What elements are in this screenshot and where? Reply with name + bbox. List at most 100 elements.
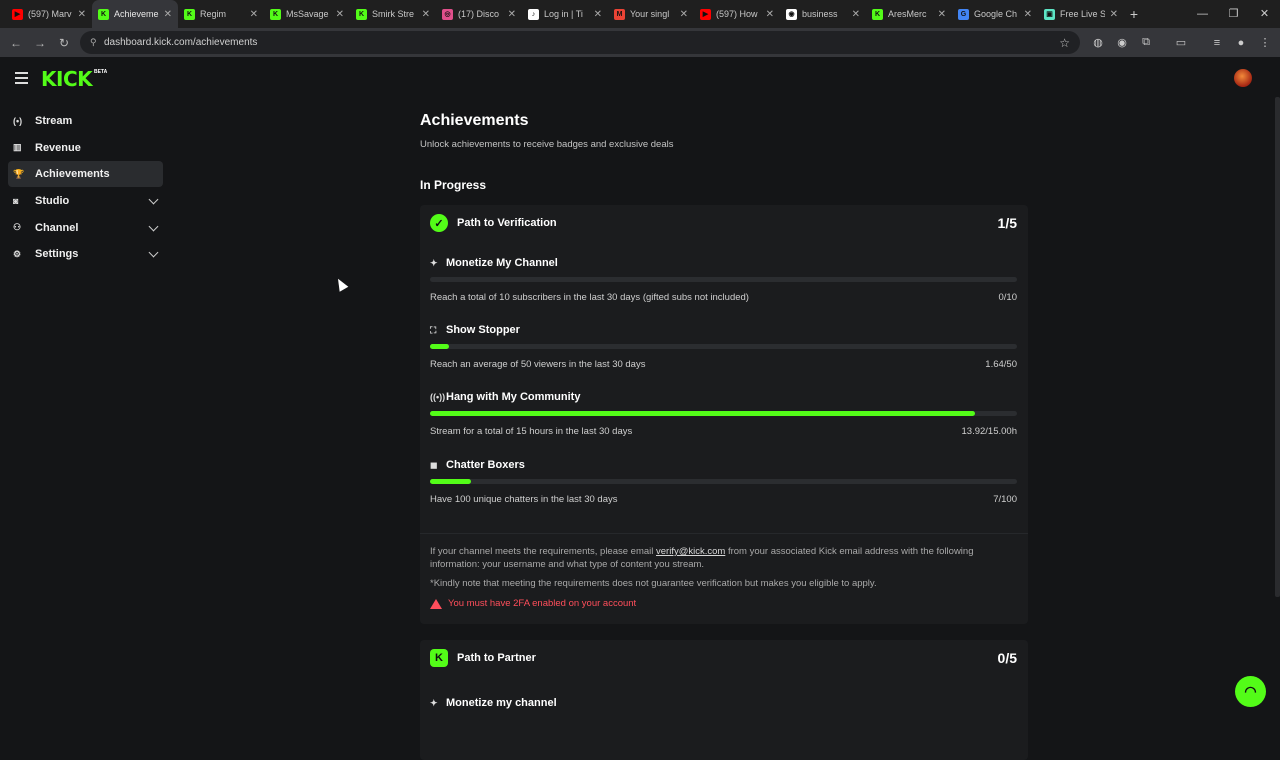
- browser-tab[interactable]: M Your singl ✕: [608, 0, 694, 28]
- achievement-title: Show Stopper: [446, 324, 520, 336]
- chevron-down-icon[interactable]: [148, 247, 159, 258]
- tab-title: MsSavage: [286, 9, 329, 19]
- media-control-icon[interactable]: ≡: [1206, 31, 1228, 54]
- bookmark-star-icon[interactable]: ☆: [1059, 36, 1070, 50]
- chevron-down-icon[interactable]: [148, 221, 159, 232]
- users-icon: ⚇: [13, 222, 22, 233]
- reload-icon[interactable]: ↻: [52, 36, 76, 50]
- close-tab-icon[interactable]: ✕: [336, 9, 344, 20]
- tab-favicon-icon: ▶: [700, 8, 711, 20]
- warning-text: You must have 2FA enabled on your accoun…: [448, 598, 637, 609]
- browser-tab[interactable]: K AresMerc ✕: [866, 0, 952, 28]
- achievement-title: Monetize My Channel: [446, 257, 558, 269]
- url-field[interactable]: ⚲ dashboard.kick.com/achievements ☆: [80, 31, 1080, 54]
- browser-tab[interactable]: ▶ (597) Marv ✕: [6, 0, 92, 28]
- card-count: 0/5: [997, 650, 1017, 666]
- browser-tabbar: ▶ (597) Marv ✕ K Achieveme ✕ K Regim ✕ K MsSavage ✕…: [0, 0, 1280, 28]
- achievement-description: Stream for a total of 15 hours in the la…: [430, 426, 633, 437]
- sidebar-item-achievements[interactable]: 🏆 Achievements: [8, 161, 163, 188]
- tab-title: (597) Marv: [28, 9, 72, 19]
- close-tab-icon[interactable]: ✕: [938, 9, 946, 20]
- mouse-cursor: [333, 276, 349, 292]
- close-window-button[interactable]: ✕: [1249, 0, 1280, 28]
- minimize-button[interactable]: —: [1187, 0, 1218, 28]
- extensions-puzzle-icon[interactable]: ⧉: [1135, 31, 1157, 54]
- tab-title: business: [802, 9, 838, 19]
- achievement-progress: 1.64/50: [985, 359, 1017, 370]
- sidebar-item-settings[interactable]: ⚙ Settings: [8, 241, 163, 267]
- sidebar-item-stream[interactable]: (•) Stream: [8, 108, 163, 134]
- close-tab-icon[interactable]: ✕: [250, 9, 258, 20]
- tab-favicon-icon: K: [184, 8, 195, 20]
- sidebar-item-studio[interactable]: ◙ Studio: [8, 188, 163, 214]
- progress-bar: [430, 344, 1017, 349]
- extension-icon[interactable]: ◍: [1087, 31, 1109, 54]
- maximize-button[interactable]: ❐: [1218, 0, 1249, 28]
- achievement-item: ((•)) Hang with My Community Stream for a …: [430, 391, 1017, 437]
- back-icon[interactable]: ←: [4, 36, 28, 50]
- browser-tab[interactable]: ◉ business ✕: [780, 0, 866, 28]
- progress-bar: [430, 277, 1017, 282]
- achievement-item: ◼ Chatter Boxers Have 100 unique chatters …: [430, 459, 1017, 505]
- tab-favicon-icon: ◉: [786, 8, 797, 20]
- sparkle-icon: ✦: [430, 257, 438, 268]
- sidebar-item-channel[interactable]: ⚇ Channel: [8, 215, 163, 241]
- browser-tab[interactable]: K Smirk Stre ✕: [350, 0, 436, 28]
- broadcast-icon: ((•)): [430, 392, 446, 402]
- close-tab-icon[interactable]: ✕: [852, 9, 860, 20]
- trophy-icon: 🏆: [13, 168, 25, 179]
- browser-tab[interactable]: K MsSavage ✕: [264, 0, 350, 28]
- new-tab-button[interactable]: +: [1124, 6, 1144, 22]
- browser-tab[interactable]: K Regim ✕: [178, 0, 264, 28]
- forward-icon[interactable]: →: [28, 36, 52, 50]
- progress-fill: [430, 479, 472, 484]
- progress-fill: [430, 411, 975, 416]
- card-title: Path to Partner: [457, 652, 536, 664]
- progress-bar: [430, 479, 1017, 484]
- sidebar-item-label: Achievements: [35, 168, 110, 181]
- help-chat-button[interactable]: ◠: [1235, 676, 1266, 707]
- close-tab-icon[interactable]: ✕: [164, 9, 172, 20]
- achievement-title: Monetize my channel: [446, 697, 557, 709]
- site-info-icon[interactable]: ⚲: [90, 37, 104, 48]
- achievement-title: Chatter Boxers: [446, 459, 525, 471]
- achievement-title: Hang with My Community: [446, 391, 581, 403]
- partner-card: K Path to Partner 0/5 ✦ Monetize my chann…: [420, 640, 1028, 760]
- card-title: Path to Verification: [457, 217, 557, 229]
- profile-icon[interactable]: ●: [1230, 31, 1252, 54]
- browser-tab[interactable]: ▶ (597) How ✕: [694, 0, 780, 28]
- chart-icon: ▥: [13, 142, 22, 153]
- kick-badge-icon: K: [430, 649, 448, 667]
- close-tab-icon[interactable]: ✕: [422, 9, 430, 20]
- chat-icon: ◼: [430, 459, 438, 470]
- hamburger-menu-icon[interactable]: [15, 72, 28, 87]
- browser-tab[interactable]: ◎ (17) Disco ✕: [436, 0, 522, 28]
- chevron-down-icon[interactable]: [148, 194, 159, 205]
- sidebar-item-label: Revenue: [35, 141, 81, 154]
- main-content: Achievements Unlock achievements to rece…: [420, 112, 1028, 760]
- close-tab-icon[interactable]: ✕: [594, 9, 602, 20]
- browser-tab[interactable]: ♪ Log in | Ti ✕: [522, 0, 608, 28]
- page-scrollbar[interactable]: [1275, 97, 1280, 597]
- verification-note: If your channel meets the requirements, …: [430, 545, 1020, 571]
- sidebar-item-label: Studio: [35, 195, 70, 208]
- browser-tab[interactable]: K Achieveme ✕: [92, 0, 178, 28]
- close-tab-icon[interactable]: ✕: [508, 9, 516, 20]
- close-tab-icon[interactable]: ✕: [766, 9, 774, 20]
- sidebar-item-label: Stream: [35, 115, 73, 127]
- browser-tab[interactable]: G Google Ch ✕: [952, 0, 1038, 28]
- close-tab-icon[interactable]: ✕: [680, 9, 688, 20]
- cast-icon[interactable]: ▭: [1170, 31, 1192, 54]
- verify-email-link[interactable]: verify@kick.com: [656, 546, 725, 557]
- kick-logo[interactable]: KICK: [41, 67, 93, 91]
- sidebar-item-label: Settings: [35, 248, 79, 261]
- close-tab-icon[interactable]: ✕: [1110, 9, 1118, 20]
- browser-tab[interactable]: ▣ Free Live S ✕: [1038, 0, 1124, 28]
- tab-title: (597) How: [716, 9, 758, 19]
- menu-kebab-icon[interactable]: ⋮: [1254, 31, 1276, 54]
- close-tab-icon[interactable]: ✕: [1024, 9, 1032, 20]
- sidebar-item-revenue[interactable]: ▥ Revenue: [8, 135, 163, 161]
- user-avatar[interactable]: [1234, 69, 1252, 87]
- extension-icon[interactable]: ◉: [1111, 31, 1133, 54]
- close-tab-icon[interactable]: ✕: [78, 9, 86, 20]
